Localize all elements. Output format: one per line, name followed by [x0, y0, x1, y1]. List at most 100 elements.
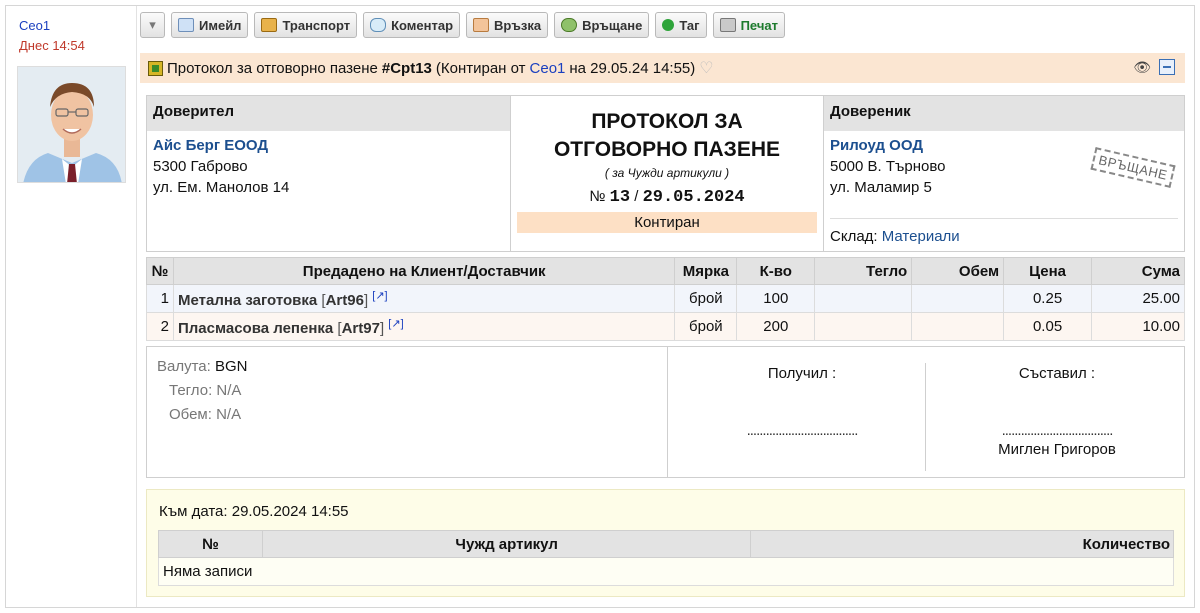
foreign-items-table: № Чужд артикул Количество Няма записи: [158, 530, 1174, 586]
tag-button[interactable]: Таг: [655, 12, 707, 38]
author-link[interactable]: Сео1: [19, 18, 50, 33]
item-code-value: Art96: [325, 291, 364, 309]
external-link-icon[interactable]: [↗]: [372, 290, 387, 302]
avatar: [17, 66, 126, 183]
truck-icon: [261, 18, 278, 32]
col-header-foreign-item: Чужд артикул: [261, 530, 752, 558]
email-button-label: Имейл: [199, 17, 242, 33]
row-unit: брой: [674, 284, 738, 313]
collapse-icon[interactable]: [1159, 59, 1175, 75]
status-badge: Контиран: [517, 212, 817, 233]
as-of-date: Към дата: 29.05.2024 14:55: [159, 503, 349, 520]
col-header-sum: Сума: [1091, 257, 1185, 285]
comment-button[interactable]: Коментар: [363, 12, 461, 38]
volume-value: N/A: [216, 406, 242, 423]
empty-message: Няма записи: [158, 557, 1174, 586]
row-no: 1: [146, 284, 174, 313]
link-button-label: Връзка: [494, 17, 542, 33]
protocol-document: Доверител Айс Берг ЕООД 5300 Габрово ул.…: [146, 95, 1185, 478]
consignor-block: Доверител Айс Берг ЕООД 5300 Габрово ул.…: [147, 96, 511, 251]
table-row: 1 Метална заготовка [Art96] [↗] брой 100…: [146, 284, 1185, 313]
consignee-street: ул. Маламир 5: [830, 179, 932, 196]
row-item-cell: Метална заготовка [Art96] [↗]: [172, 284, 676, 313]
volume-line: Обем: N/A: [157, 403, 248, 427]
eye-icon[interactable]: 👁: [1133, 59, 1151, 76]
item-code-value: Art97: [341, 319, 380, 337]
item-name: Пласмасова лепенка: [177, 319, 334, 337]
composed-dots: ...................................: [1001, 422, 1114, 439]
col-header-volume: Обем: [911, 257, 1005, 285]
col-header-item: Предадено на Клиент/Доставчик: [172, 257, 676, 285]
item-code: [Art97]: [337, 319, 385, 337]
volume-label: Обем:: [169, 406, 212, 423]
document-title-block: ПРОТОКОЛ ЗА ОТГОВОРНО ПАЗЕНЕ ( за Чужди …: [511, 96, 823, 233]
row-qty: 200: [736, 312, 816, 341]
items-header-row: № Предадено на Клиент/Доставчик Мярка К-…: [146, 257, 1185, 285]
weight-label: Тегло:: [169, 382, 213, 399]
consignor-name[interactable]: Айс Берг ЕООД: [147, 131, 510, 156]
link-icon: [473, 18, 490, 32]
row-no: 2: [146, 312, 174, 341]
received-label: Получил :: [767, 365, 837, 382]
document-banner: Протокол за отговорно пазене #Cpt13 (Кон…: [140, 53, 1185, 83]
title-line-2: ОТГОВОРНО ПАЗЕНЕ: [553, 138, 781, 161]
author-column: Сео1 Днес 14:54: [6, 6, 137, 607]
heart-icon[interactable]: ♡: [699, 58, 713, 78]
store-line: Склад: Материали: [830, 218, 1178, 245]
footer-divider: [667, 347, 668, 477]
row-price: 0.05: [1003, 312, 1093, 341]
consignor-street: ул. Ем. Манолов 14: [153, 179, 290, 196]
foreign-items-panel: Към дата: 29.05.2024 14:55 № Чужд артику…: [146, 489, 1185, 597]
store-label: Склад:: [830, 228, 878, 245]
signature-divider: [925, 363, 926, 471]
return-button-label: Връщане: [582, 17, 643, 33]
printer-icon: [719, 18, 736, 32]
print-button-label: Печат: [740, 17, 778, 33]
consignor-city: 5300 Габрово: [153, 158, 248, 175]
transport-button[interactable]: Транспорт: [254, 12, 358, 38]
consignee-name[interactable]: Рилоуд ООД: [824, 131, 1184, 156]
col-header-no: №: [158, 530, 263, 558]
print-button[interactable]: Печат: [712, 12, 785, 38]
table-row: 2 Пласмасова лепенка [Art97] [↗] брой 20…: [146, 312, 1185, 341]
banner-status-pre: (Контиран от: [435, 59, 526, 77]
totals-meta: Валута: BGN Тегло: N/A Обем: N/A: [157, 355, 248, 427]
row-weight: [814, 312, 913, 341]
document-title: ПРОТОКОЛ ЗА ОТГОВОРНО ПАЗЕНЕ: [511, 108, 823, 164]
number-value: 13: [609, 188, 631, 207]
item-code: [Art96]: [321, 291, 369, 309]
consignee-heading: Довереник: [824, 96, 1184, 131]
table-row: Няма записи: [158, 557, 1174, 586]
row-volume: [911, 312, 1005, 341]
banner-user-link[interactable]: Сео1: [530, 60, 566, 77]
more-dropdown-button[interactable]: ▾: [140, 12, 165, 38]
banner-status-post: на 29.05.24 14:55): [569, 59, 696, 77]
email-icon: [178, 18, 194, 32]
items-table: № Предадено на Клиент/Доставчик Мярка К-…: [146, 257, 1185, 341]
currency-label: Валута:: [157, 358, 211, 375]
col-header-price: Цена: [1003, 257, 1093, 285]
item-name: Метална заготовка: [177, 291, 318, 309]
col-header-unit: Мярка: [674, 257, 738, 285]
return-button[interactable]: Връщане: [554, 12, 650, 38]
row-qty: 100: [736, 284, 816, 313]
banner-prefix: Протокол за отговорно пазене: [167, 59, 378, 77]
tag-button-label: Таг: [679, 17, 700, 33]
foreign-items-header-row: № Чужд артикул Количество: [158, 530, 1174, 558]
document-footer: Валута: BGN Тегло: N/A Обем: N/A Получил…: [146, 346, 1185, 478]
toolbar: ▾ Имейл Транспорт Коментар Връзка Връщан…: [140, 12, 785, 38]
store-link[interactable]: Материали: [882, 228, 960, 245]
email-button[interactable]: Имейл: [171, 12, 249, 38]
link-button[interactable]: Връзка: [466, 12, 549, 38]
return-arrow-icon: [561, 18, 578, 32]
post-time: Днес 14:54: [19, 38, 85, 53]
currency-value: BGN: [214, 358, 248, 375]
row-unit: брой: [674, 312, 738, 341]
col-header-weight: Тегло: [814, 257, 913, 285]
col-header-quantity: Количество: [750, 530, 1174, 558]
row-price: 0.25: [1003, 284, 1093, 313]
col-header-no: №: [146, 257, 174, 285]
transport-button-label: Транспорт: [282, 17, 351, 33]
consignor-heading: Доверител: [147, 96, 510, 131]
external-link-icon[interactable]: [↗]: [388, 318, 403, 330]
